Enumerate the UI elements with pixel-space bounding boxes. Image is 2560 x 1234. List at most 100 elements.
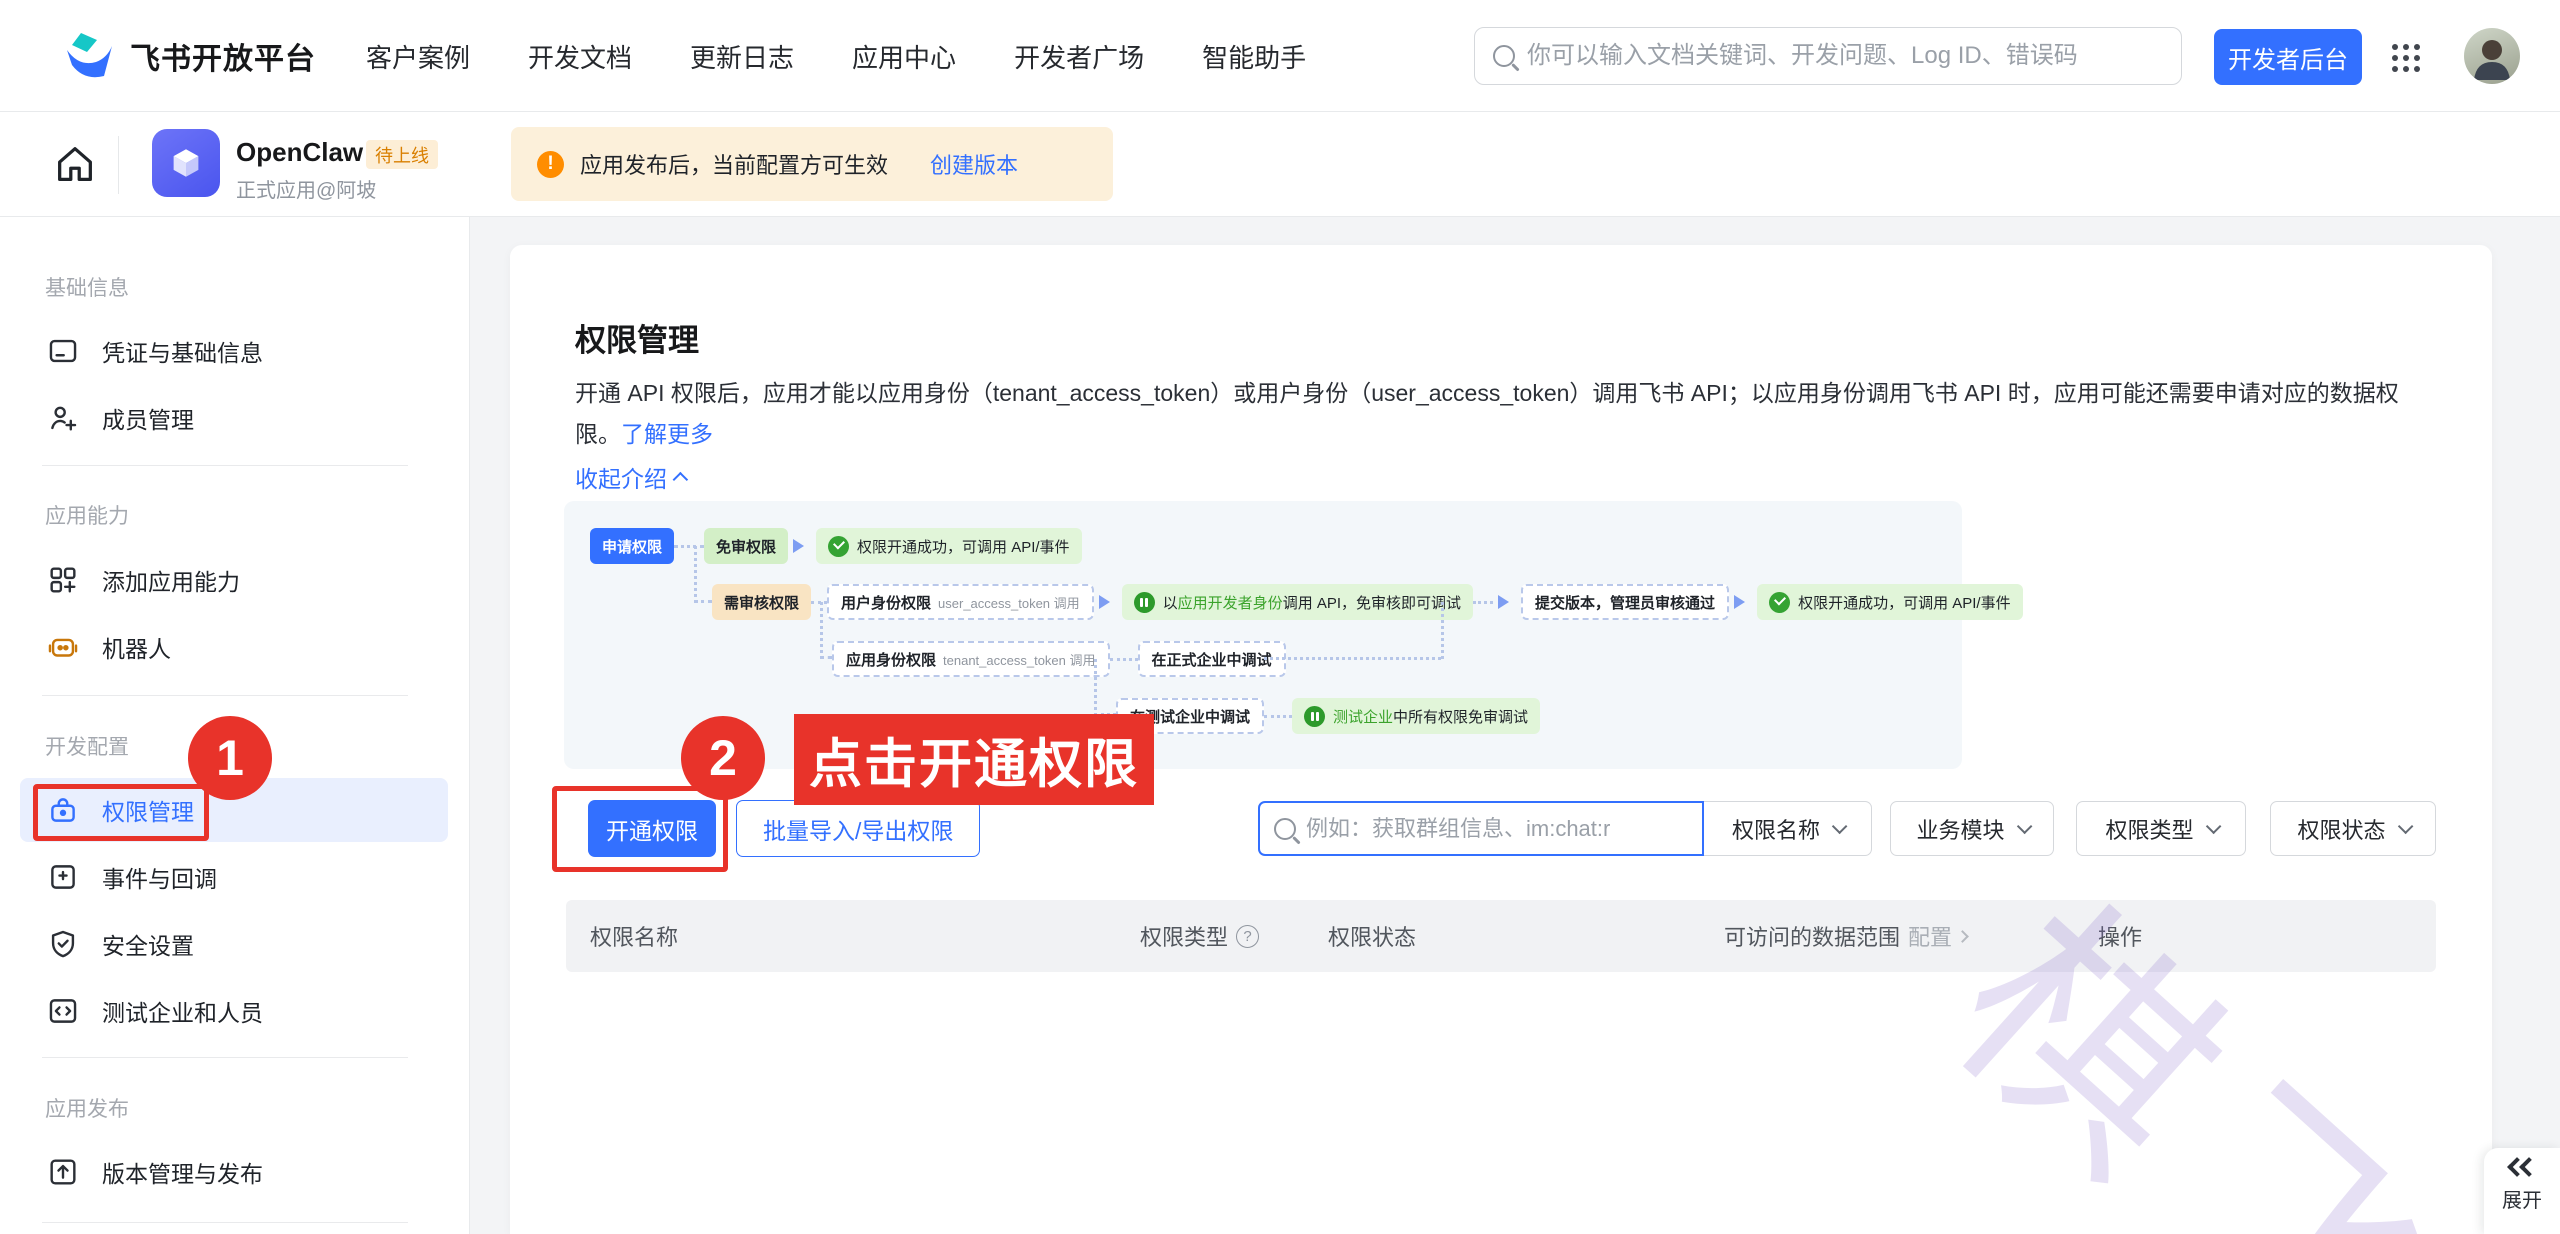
flow-submit-version: 提交版本，管理员审核通过 (1521, 584, 1730, 620)
notice-text: 应用发布后，当前配置方可生效 (580, 153, 889, 178)
grid-plus-icon (50, 567, 76, 593)
page-title: 权限管理 (575, 323, 699, 358)
permission-search-input[interactable] (1306, 815, 1688, 842)
flow-need-review: 需审核权限 (712, 584, 812, 620)
arrow-right-icon (1734, 595, 1752, 609)
sidebar-heading-release: 应用发布 (45, 1098, 129, 1121)
platform-logo[interactable]: 飞书开放平台 (64, 0, 316, 112)
shield-check-icon (51, 930, 75, 958)
debug-circle-icon (1304, 705, 1326, 727)
flow-tenant-permission: 应用身份权限 tenant_access_token 调用 (832, 641, 1110, 677)
robot-icon (48, 638, 78, 657)
help-icon[interactable] (1236, 924, 1260, 948)
avatar-image (2474, 40, 2510, 80)
connector (820, 602, 832, 659)
permissions-table-header: 权限名称 权限类型 权限状态 可访问的数据范围 配置 操作 (566, 900, 2436, 972)
home-button[interactable] (52, 141, 98, 187)
connector (694, 546, 712, 603)
feishu-logo-icon (67, 33, 112, 78)
sidebar-item-test-tenant[interactable]: 测试企业和人员 (20, 979, 448, 1043)
chevron-down-icon (2397, 818, 2413, 835)
id-card-icon (49, 339, 77, 363)
flow-success-2: 权限开通成功，可调用 API/事件 (1757, 584, 2023, 620)
connector (1264, 714, 1293, 718)
configure-scope-link[interactable]: 配置 (1908, 920, 1969, 952)
column-data-scope: 可访问的数据范围 配置 (1724, 900, 1969, 972)
app-name: OpenClaw (236, 137, 364, 167)
code-icon (49, 999, 77, 1023)
permission-flow-diagram: 申请权限 免审权限 权限开通成功，可调用 API/事件 需审核权限 用户身份权限… (564, 501, 2023, 769)
nav-item-ai-assistant[interactable]: 智能助手 (1202, 38, 1306, 75)
divider (42, 465, 408, 466)
flow-no-review: 免审权限 (704, 528, 789, 564)
nav-item-docs[interactable]: 开发文档 (528, 38, 632, 75)
sidebar-item-permissions[interactable]: 权限管理 (20, 778, 448, 842)
warning-icon (537, 150, 564, 178)
sidebar-item-events-callbacks[interactable]: 事件与回调 (20, 845, 448, 909)
sidebar-item-security[interactable]: 安全设置 (20, 912, 448, 976)
chevron-up-icon (672, 471, 689, 487)
top-navbar: 飞书开放平台 客户案例 开发文档 更新日志 应用中心 开发者广场 智能助手 开发… (0, 0, 2560, 112)
column-permission-type: 权限类型 (1140, 900, 1260, 972)
connector (1264, 657, 1441, 660)
chevron-right-icon (1956, 929, 1969, 943)
user-plus-icon (51, 406, 77, 431)
learn-more-link[interactable]: 了解更多 (621, 421, 713, 447)
developer-console-button[interactable]: 开发者后台 (2214, 29, 2362, 85)
connector (1473, 600, 1494, 604)
global-search-input[interactable] (1527, 42, 2163, 70)
chevron-down-icon (2016, 818, 2032, 835)
nav-item-cases[interactable]: 客户案例 (366, 38, 470, 75)
divider (42, 1057, 408, 1058)
sidebar-item-members[interactable]: 成员管理 (20, 386, 448, 450)
flow-user-permission: 用户身份权限 user_access_token 调用 (827, 584, 1094, 620)
connector (1441, 602, 1444, 659)
search-icon (1274, 817, 1296, 840)
flow-row-4: 在测试企业中调试 测试企业 中所有权限免审调试 (1116, 698, 1541, 734)
user-avatar[interactable] (2464, 28, 2520, 84)
flow-success-1: 权限开通成功，可调用 API/事件 (816, 528, 1082, 564)
batch-import-export-button[interactable]: 批量导入/导出权限 (736, 800, 981, 857)
check-circle-icon (828, 535, 850, 557)
global-search-box[interactable] (1474, 27, 2182, 85)
sidebar-item-version-release[interactable]: 版本管理与发布 (20, 1140, 448, 1204)
cube-icon (173, 149, 199, 177)
page-description: 开通 API 权限后，应用才能以应用身份（tenant_access_token… (575, 380, 2399, 447)
grant-permission-button[interactable]: 开通权限 (588, 800, 716, 857)
create-version-link[interactable]: 创建版本 (930, 148, 1018, 180)
sidebar-item-add-capability[interactable]: 添加应用能力 (20, 548, 448, 612)
nav-item-dev-square[interactable]: 开发者广场 (1014, 38, 1144, 75)
column-permission-status: 权限状态 (1328, 925, 1417, 950)
filter-permission-type[interactable]: 权限类型 (2076, 801, 2246, 856)
nav-item-changelog[interactable]: 更新日志 (690, 38, 794, 75)
arrow-right-icon (1498, 595, 1516, 609)
app-header-bar: OpenClaw 待上线 正式应用@阿坡 应用发布后，当前配置方可生效 创建版本 (0, 112, 2560, 217)
chevron-down-icon (1831, 818, 1848, 835)
sidebar: 基础信息 凭证与基础信息 成员管理 应用能力 添加应用能力 机器人 开发配置 权… (0, 217, 470, 1234)
flow-test-free-debug: 测试企业 中所有权限免审调试 (1292, 698, 1541, 734)
nav-item-app-center[interactable]: 应用中心 (852, 38, 956, 75)
flow-dev-debug: 以应用开发者身份 调用 API，免审核即可调试 (1121, 584, 1474, 620)
filter-permission-name[interactable]: 权限名称 (1704, 801, 1872, 856)
expand-label: 展开 (2502, 1190, 2542, 1212)
sidebar-item-bot[interactable]: 机器人 (20, 615, 448, 679)
app-status-badge: 待上线 (366, 140, 438, 169)
collapse-intro-link[interactable]: 收起介绍 (575, 460, 689, 494)
app-subtitle: 正式应用@阿坡 (236, 180, 377, 202)
flow-apply-permission: 申请权限 (590, 528, 675, 564)
debug-circle-icon (1133, 591, 1155, 613)
event-plus-icon (51, 865, 75, 889)
filter-permission-status[interactable]: 权限状态 (2270, 801, 2436, 856)
flow-row-1: 申请权限 免审权限 权限开通成功，可调用 API/事件 (590, 528, 1082, 564)
sidebar-item-credentials[interactable]: 凭证与基础信息 (20, 319, 448, 383)
divider (42, 1222, 408, 1223)
sidebar-heading-dev-config: 开发配置 (45, 736, 129, 759)
expand-panel-button[interactable]: 展开 (2484, 1148, 2560, 1234)
apps-grid-icon[interactable] (2392, 44, 2420, 72)
app-icon (152, 129, 220, 197)
permission-search-box[interactable] (1258, 801, 1704, 856)
arrow-right-icon (1098, 595, 1117, 609)
flow-row-2: 需审核权限 用户身份权限 user_access_token 调用 以应用开发者身… (712, 584, 2023, 620)
home-icon (58, 147, 92, 181)
filter-business-module[interactable]: 业务模块 (1890, 801, 2054, 856)
